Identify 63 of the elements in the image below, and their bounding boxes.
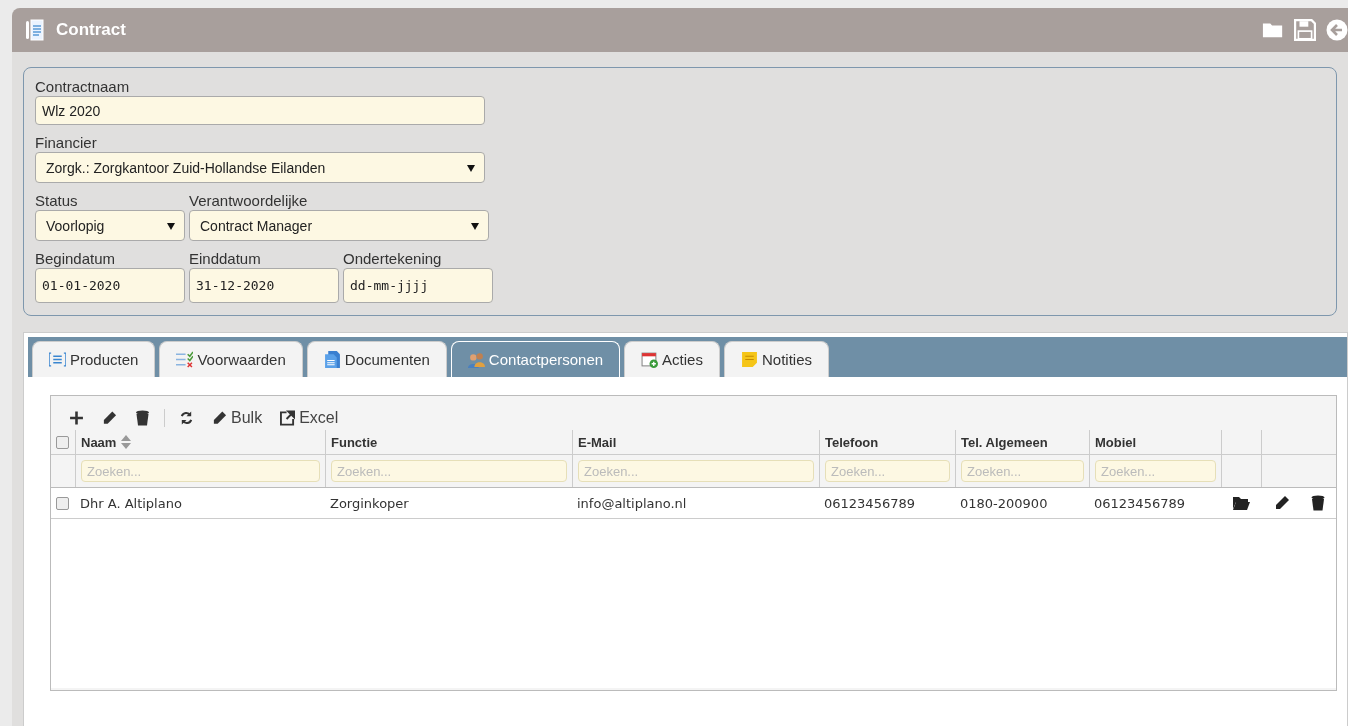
search-field[interactable]: Zoeken... [825, 460, 950, 482]
trash-icon [135, 410, 150, 426]
caret-icon [167, 221, 175, 230]
tab[interactable]: Notities [723, 341, 829, 377]
save-icon[interactable] [1294, 19, 1316, 41]
search-field[interactable]: Zoeken... [331, 460, 567, 482]
table-cell: 06123456789 [824, 495, 915, 511]
field-label: Contractnaam [35, 78, 131, 95]
field-label: Financier [35, 134, 98, 151]
checkbox[interactable] [56, 496, 69, 510]
table-cell: Dhr A. Altiplano [80, 495, 182, 511]
external-link-icon [280, 410, 296, 426]
column-header[interactable]: Naam [81, 434, 117, 450]
list-icon [49, 351, 66, 368]
dropdown[interactable]: Zorgk.: Zorgkantoor Zuid-Hollandse Eilanden [35, 152, 485, 183]
folder-icon[interactable] [1232, 495, 1250, 511]
checkbox[interactable] [56, 435, 69, 449]
checklist-icon [176, 351, 194, 368]
pencil-icon [212, 410, 227, 426]
trash-icon[interactable] [1309, 495, 1327, 511]
search-field[interactable]: Zoeken... [1095, 460, 1216, 482]
people-icon [467, 351, 485, 368]
date-field[interactable]: 31-12-2020 [189, 268, 339, 303]
document-icon [24, 19, 46, 41]
table-cell: 0180-200900 [960, 495, 1048, 511]
document-icon [323, 351, 341, 368]
dropdown[interactable]: Voorlopig [35, 210, 185, 241]
calendar-icon [641, 351, 659, 368]
table-cell: Zorginkoper [330, 495, 409, 511]
note-icon [740, 351, 758, 368]
date-field[interactable]: 01-01-2020 [35, 268, 185, 303]
add-icon [69, 410, 84, 426]
caret-icon [467, 163, 475, 172]
export-button[interactable]: Excel [276, 407, 343, 429]
tab[interactable]: Acties [624, 341, 720, 377]
caret-icon [471, 221, 479, 230]
tab[interactable]: Documenten [306, 341, 447, 377]
search-field[interactable]: Zoeken... [81, 460, 320, 482]
tab[interactable]: Producten [32, 341, 156, 377]
field-label: Verantwoordelijke [189, 192, 309, 209]
column-header[interactable]: E-Mail [578, 434, 617, 450]
field-label: Ondertekening [343, 250, 443, 267]
field-label: Einddatum [189, 250, 262, 267]
search-field[interactable]: Zoeken... [961, 460, 1084, 482]
table-cell: info@altiplano.nl [577, 495, 687, 511]
column-header[interactable]: Functie [331, 434, 378, 450]
refresh-icon [179, 410, 194, 426]
sort-icon[interactable] [121, 435, 132, 449]
field-label: Status [35, 192, 79, 209]
column-header[interactable]: Mobiel [1095, 434, 1137, 450]
search-field[interactable]: Zoeken... [578, 460, 814, 482]
dropdown[interactable]: Contract Manager [189, 210, 489, 241]
tab[interactable]: Voorwaarden [159, 341, 303, 377]
date-field[interactable]: dd-mm-jjjj [343, 268, 493, 303]
bulk-button[interactable]: Bulk [208, 407, 267, 429]
window-title: Contract [56, 20, 126, 40]
column-header[interactable]: Tel. Algemeen [961, 434, 1048, 450]
input-field[interactable]: Wlz 2020 [35, 96, 485, 125]
pencil-icon [102, 410, 117, 426]
column-header[interactable]: Telefoon [825, 434, 879, 450]
field-label: Begindatum [35, 250, 117, 267]
pencil-icon[interactable] [1273, 495, 1291, 511]
table-cell: 06123456789 [1094, 495, 1185, 511]
